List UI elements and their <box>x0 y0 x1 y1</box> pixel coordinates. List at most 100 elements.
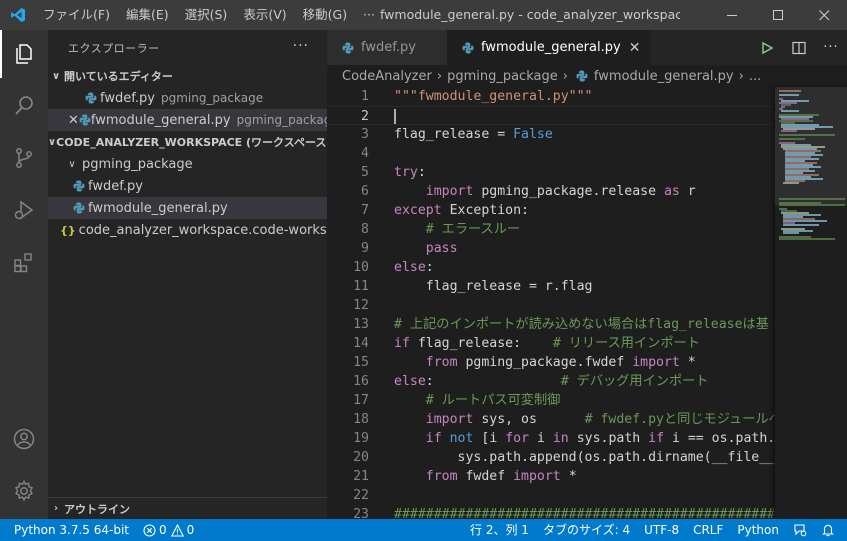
line-number: 20 <box>353 450 369 465</box>
minimize-button[interactable] <box>709 0 755 30</box>
tab-size[interactable]: タブのサイズ: 4 <box>536 519 637 541</box>
breadcrumb-item[interactable]: fwmodule_general.py <box>594 69 734 84</box>
outline-section[interactable]: › アウトライン <box>48 497 327 519</box>
code-line[interactable]: 20 sys.path.append(os.path.dirname(__fil… <box>327 448 775 467</box>
breadcrumb: CodeAnalyzer › pgming_package › fwmodule… <box>327 65 847 87</box>
source-control-icon[interactable] <box>0 134 48 182</box>
close-icon[interactable]: ✕ <box>629 40 641 56</box>
minimap[interactable] <box>775 87 847 519</box>
chevron-right-icon: › <box>738 68 744 84</box>
code-text: # エラースルー <box>425 222 521 237</box>
line-number: 15 <box>353 355 369 370</box>
account-icon[interactable] <box>0 415 48 463</box>
code-line[interactable]: 6 import pgming_package.release as r <box>327 182 775 201</box>
breadcrumb-item[interactable]: pgming_package <box>447 69 558 84</box>
search-icon[interactable] <box>0 82 48 130</box>
split-editor-icon[interactable] <box>783 41 815 55</box>
file-workspace[interactable]: {} code_analyzer_workspace.code-workspac… <box>48 219 327 241</box>
code-line[interactable]: 7 except Exception: <box>327 201 775 220</box>
extensions-icon[interactable] <box>0 238 48 286</box>
code-line[interactable]: 21 from fwdef import * <box>327 467 775 486</box>
code-line[interactable]: 12 <box>327 296 775 315</box>
minimap-preview <box>779 90 845 240</box>
code-line[interactable]: 22 <box>327 486 775 505</box>
code-line[interactable]: 13 # 上記のインポートが読み込めない場合はflag_releaseは基 <box>327 315 775 334</box>
menu-go[interactable]: 移動(G) <box>295 0 355 30</box>
code-line[interactable]: 19 if not [i for i in sys.path if i == o… <box>327 429 775 448</box>
tab-bar: fwdef.py fwmodule_general.py ✕ ··· <box>327 30 847 65</box>
breadcrumb-item[interactable]: CodeAnalyzer <box>342 69 432 84</box>
warning-icon <box>170 523 184 537</box>
chevron-down-icon: ∨ <box>48 136 57 148</box>
open-editor-name: fwmodule_general.py <box>90 112 231 128</box>
workspace-header[interactable]: ∨ CODE_ANALYZER_WORKSPACE (ワークスペース) <box>48 131 327 153</box>
code-line[interactable]: 10 else: <box>327 258 775 277</box>
code-line[interactable]: 15 from pgming_package.fwdef import * <box>327 353 775 372</box>
code-line[interactable]: 8 # エラースルー <box>327 220 775 239</box>
python-interpreter[interactable]: Python 3.7.5 64-bit <box>0 519 136 541</box>
file-fwmodule-general[interactable]: fwmodule_general.py <box>48 197 327 219</box>
menu-view[interactable]: 表示(V) <box>235 0 294 30</box>
problems-indicator[interactable]: 0 0 <box>136 519 201 541</box>
maximize-button[interactable] <box>755 0 801 30</box>
chevron-right-icon: › <box>562 68 568 84</box>
run-icon[interactable] <box>751 41 783 55</box>
close-icon[interactable]: ✕ <box>68 113 79 128</box>
menu-file[interactable]: ファイル(F) <box>35 0 118 30</box>
settings-gear-icon[interactable] <box>0 467 48 515</box>
cursor-position[interactable]: 行 2、列 1 <box>463 519 536 541</box>
vscode-logo-icon <box>0 0 35 30</box>
end-of-line[interactable]: CRLF <box>686 519 730 541</box>
open-editor-fwmodule-general[interactable]: ✕ fwmodule_general.py pgming_package <box>48 109 327 131</box>
code-line[interactable]: 5 try: <box>327 163 775 182</box>
menu-selection[interactable]: 選択(S) <box>177 0 236 30</box>
code-text: sys.path.append(os.path.dirname(__file__… <box>394 450 775 465</box>
breadcrumb-item[interactable]: ... <box>749 69 761 84</box>
folder-pgming-package[interactable]: ∨ pgming_package <box>48 153 327 175</box>
code-line[interactable]: 4 <box>327 144 775 163</box>
language-mode[interactable]: Python <box>730 519 786 541</box>
code-line[interactable]: 3 flag_release = False <box>327 125 775 144</box>
file-name: fwdef.py <box>88 178 143 194</box>
open-editor-fwdef[interactable]: fwdef.py pgming_package <box>48 87 327 109</box>
code-text: pass <box>425 241 458 256</box>
file-fwdef[interactable]: fwdef.py <box>48 175 327 197</box>
line-number: 3 <box>361 127 369 142</box>
explorer-title: エクスプローラー <box>68 41 160 55</box>
warning-count: 0 <box>186 523 195 537</box>
more-actions-icon[interactable]: ··· <box>293 38 309 54</box>
more-actions-icon[interactable]: ··· <box>815 40 847 55</box>
bell-icon[interactable] <box>814 523 847 537</box>
line-number: 22 <box>353 488 369 503</box>
encoding[interactable]: UTF-8 <box>637 519 686 541</box>
code-line[interactable]: 18 import sys, os # fwdef.pyと同じモジュールへ <box>327 410 775 429</box>
code-line[interactable]: 14 if flag_release: # リリース用インポート <box>327 334 775 353</box>
editor-actions: ··· <box>751 30 847 65</box>
code-text: import sys, os # fwdef.pyと同じモジュールへ <box>425 412 775 427</box>
text-caret <box>394 109 396 124</box>
code-editor[interactable]: 1 """fwmodule_general.py""" 2 3 flag_release… <box>327 87 775 519</box>
chevron-down-icon: ∨ <box>68 158 76 170</box>
feedback-icon[interactable] <box>786 523 814 537</box>
chevron-down-icon: ∨ <box>51 70 61 82</box>
tab-fwdef[interactable]: fwdef.py <box>327 30 447 65</box>
python-file-icon <box>70 202 88 214</box>
code-line[interactable]: 17 # ルートパス可変制御 <box>327 391 775 410</box>
code-text: try: <box>394 165 426 180</box>
code-line[interactable]: 16 else: # デバッグ用インポート <box>327 372 775 391</box>
code-line[interactable]: 9 pass <box>327 239 775 258</box>
debug-icon[interactable] <box>0 186 48 234</box>
menu-edit[interactable]: 編集(E) <box>118 0 177 30</box>
explorer-icon[interactable] <box>0 30 48 78</box>
code-line[interactable]: 23 ######################################… <box>327 505 775 519</box>
menu-more[interactable]: ··· <box>355 0 383 30</box>
tab-fwmodule-general[interactable]: fwmodule_general.py ✕ <box>447 30 651 65</box>
line-number: 10 <box>353 260 369 275</box>
file-name: code_analyzer_workspace.code-workspace <box>78 222 327 238</box>
outline-title: アウトライン <box>64 502 130 516</box>
code-line[interactable]: 1 """fwmodule_general.py""" <box>327 87 775 106</box>
code-line[interactable]: 2 <box>327 106 775 125</box>
code-line[interactable]: 11 flag_release = r.flag <box>327 277 775 296</box>
close-window-button[interactable] <box>801 0 847 30</box>
open-editors-header[interactable]: ∨ 開いているエディター <box>48 65 327 87</box>
